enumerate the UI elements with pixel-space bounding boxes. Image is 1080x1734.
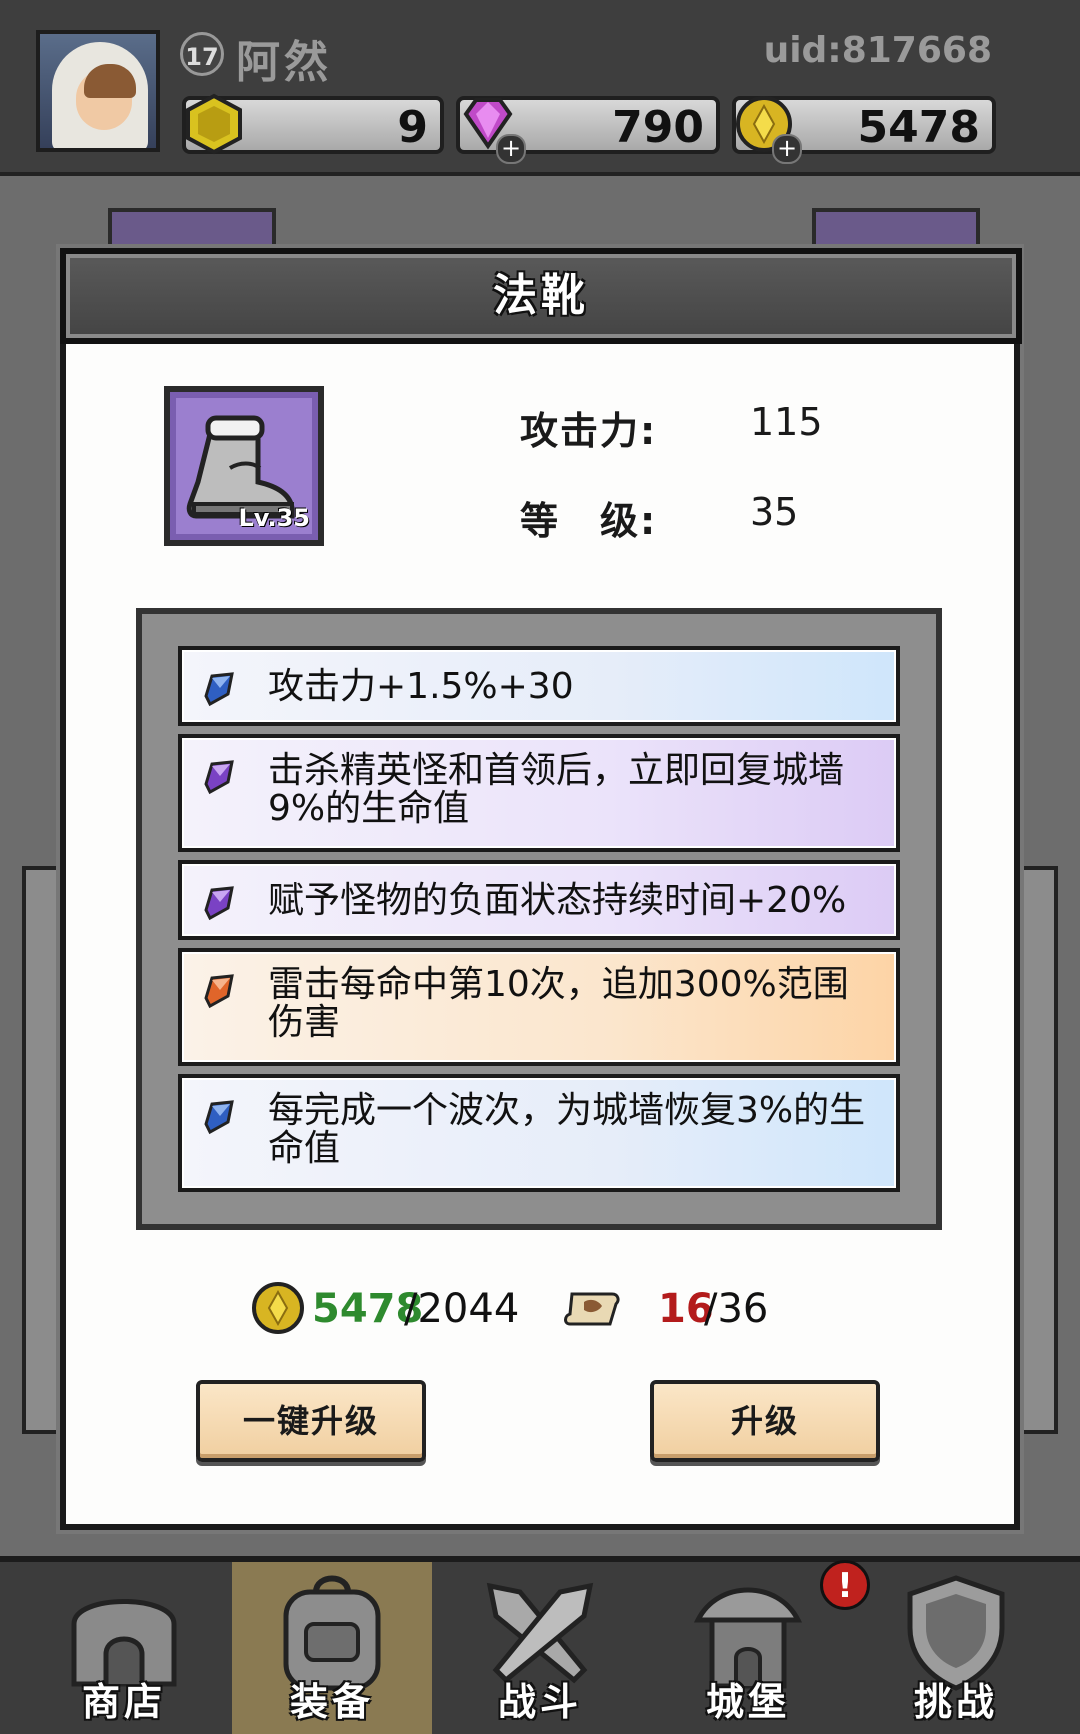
purple-gem-icon: [204, 886, 234, 921]
affix-text: 每完成一个波次，为城墙恢复3%的生命值: [268, 1090, 866, 1169]
gold-coin-icon: [252, 1282, 304, 1334]
blue-gem-icon: [204, 1100, 234, 1135]
stamina-value: 9: [397, 102, 428, 153]
player-avatar[interactable]: [36, 30, 160, 152]
bottom-nav: 商店 装备 战斗 城堡 挑战: [0, 1556, 1080, 1734]
affix-text: 攻击力+1.5%+30: [268, 666, 574, 707]
attack-value: 115: [750, 400, 823, 444]
nav-item-castle[interactable]: 城堡: [648, 1562, 848, 1734]
affix-row: 每完成一个波次，为城墙恢复3%的生命值: [178, 1074, 900, 1192]
stamina-hexagon-icon: [186, 93, 242, 155]
diamond-value: 790: [612, 102, 704, 153]
purple-gem-icon: [204, 760, 234, 795]
nav-label: 商店: [81, 1680, 166, 1724]
dialog-title: 法靴: [493, 270, 589, 321]
nav-item-challenge[interactable]: 挑战: [856, 1562, 1056, 1734]
upgrade-button[interactable]: 升级: [650, 1380, 880, 1462]
stamina-counter[interactable]: 9: [182, 93, 444, 155]
nav-item-equipment[interactable]: 装备: [232, 1562, 432, 1734]
orange-gem-icon: [204, 974, 234, 1009]
player-name: 阿然: [236, 37, 332, 88]
nav-item-shop[interactable]: 商店: [24, 1562, 224, 1734]
affix-row: 雷击每命中第10次，追加300%范围伤害: [178, 948, 900, 1066]
level-label: 等 级:: [520, 499, 658, 543]
player-level-badge: 17: [180, 32, 224, 76]
nav-label: 挑战: [913, 1680, 998, 1724]
add-gold-icon[interactable]: +: [772, 134, 802, 164]
affix-text: 赋予怪物的负面状态持续时间+20%: [268, 880, 847, 921]
scroll-required: /36: [704, 1286, 769, 1332]
level-value: 35: [750, 490, 799, 534]
nav-label: 装备: [289, 1680, 374, 1724]
diamond-counter[interactable]: + 790: [456, 96, 720, 164]
affix-row: 赋予怪物的负面状态持续时间+20%: [178, 860, 900, 940]
player-uid: uid:817668: [763, 30, 992, 71]
auto-upgrade-button[interactable]: 一键升级: [196, 1380, 426, 1462]
attack-label: 攻击力:: [520, 409, 658, 453]
affix-row: 击杀精英怪和首领后，立即回复城墙9%的生命值: [178, 734, 900, 852]
gold-counter[interactable]: + 5478: [732, 96, 996, 164]
castle-alert-badge: !: [820, 1560, 870, 1610]
gold-required: /2044: [404, 1286, 520, 1332]
add-diamonds-icon[interactable]: +: [496, 134, 526, 164]
blue-gem-icon: [204, 672, 234, 707]
top-bar: 17 阿然 uid:817668 9 + 790 + 5478: [0, 0, 1080, 176]
nav-label: 战斗: [497, 1680, 582, 1724]
affix-text: 击杀精英怪和首领后，立即回复城墙9%的生命值: [268, 750, 845, 829]
affix-row: 攻击力+1.5%+30: [178, 646, 900, 726]
dialog-header: 法靴: [60, 248, 1022, 344]
item-icon-frame: Lv.35: [164, 386, 324, 546]
gold-value: 5478: [857, 102, 980, 153]
nav-item-battle[interactable]: 战斗: [440, 1562, 640, 1734]
nav-label: 城堡: [705, 1680, 790, 1724]
item-level-tag: Lv.35: [238, 504, 311, 532]
scroll-icon: [564, 1292, 620, 1326]
affix-text: 雷击每命中第10次，追加300%范围伤害: [268, 964, 849, 1043]
